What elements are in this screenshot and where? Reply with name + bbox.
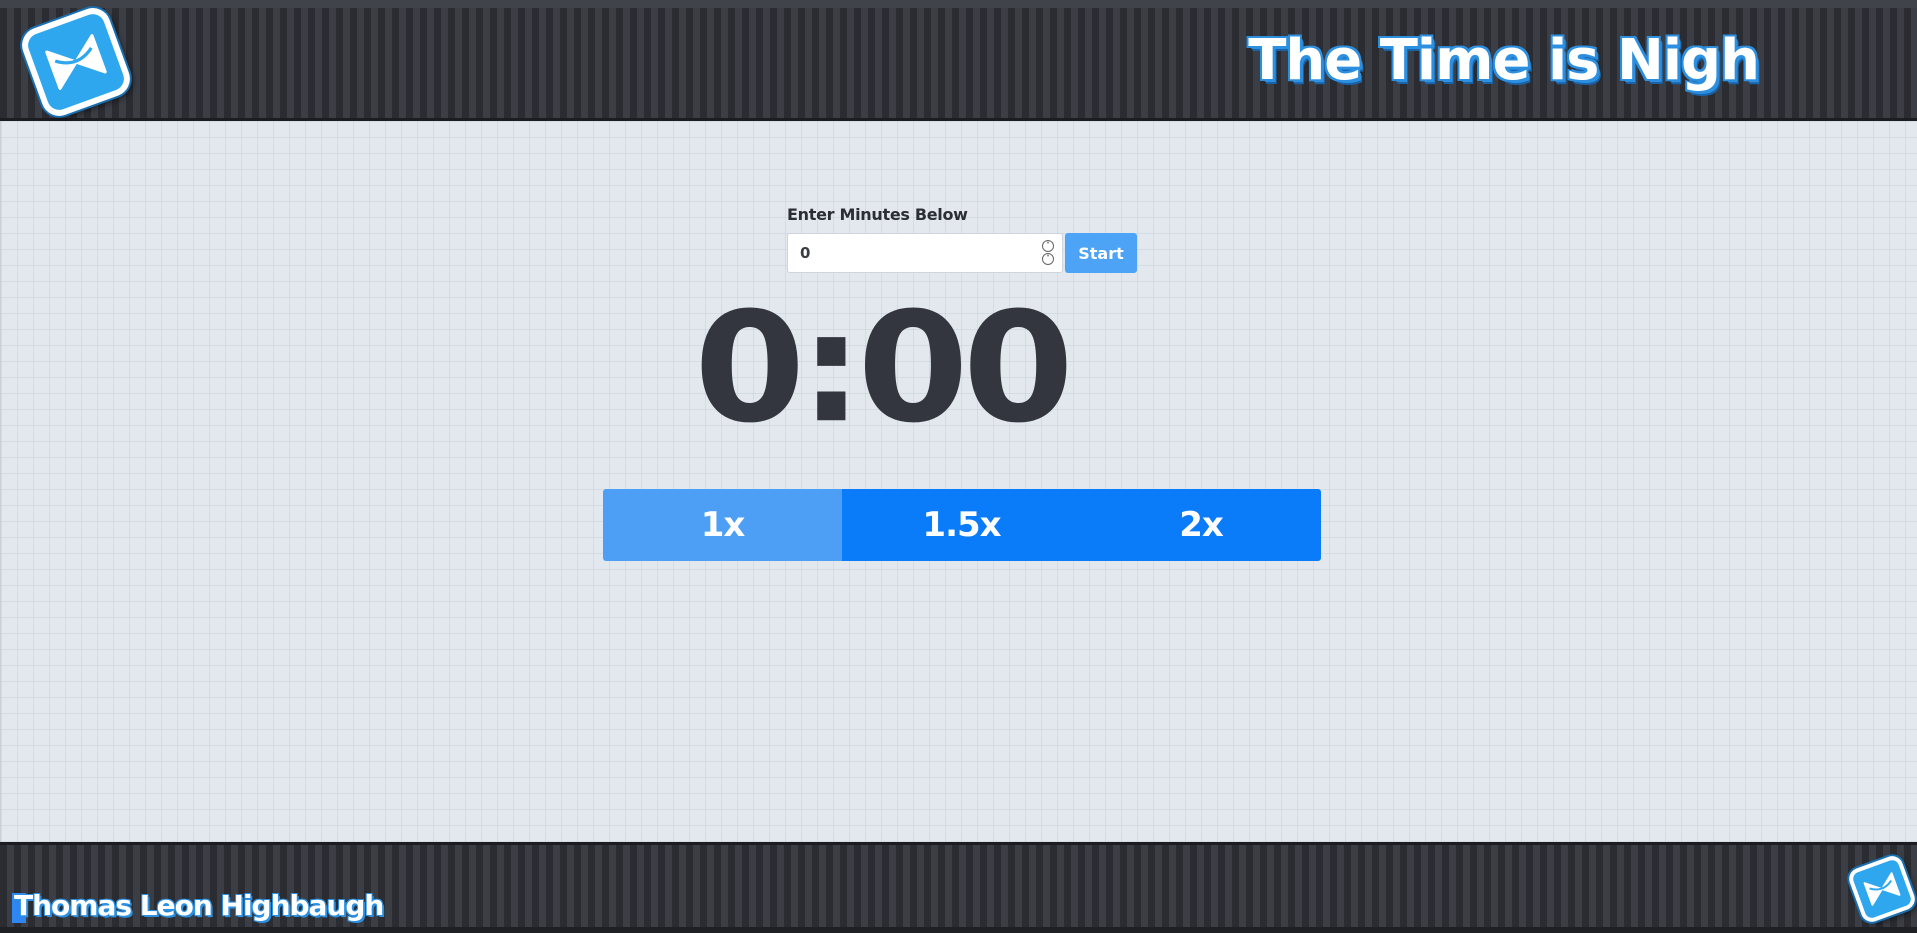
top-header: The Time is Nigh — [0, 0, 1917, 121]
footer-strip — [0, 927, 1917, 933]
bowtie-hourglass-icon[interactable] — [17, 3, 135, 121]
speed-selector: 1x 1.5x 2x — [603, 489, 1321, 561]
minutes-label: Enter Minutes Below — [787, 205, 968, 224]
speed-1x-button[interactable]: 1x — [603, 489, 842, 561]
start-button[interactable]: Start — [1065, 233, 1137, 273]
footer: Thomas Leon Highbaugh — [0, 842, 1917, 933]
speed-1-5x-button[interactable]: 1.5x — [842, 489, 1081, 561]
minutes-stepper[interactable]: ˄ ˅ — [1042, 240, 1054, 266]
stepper-up-icon[interactable]: ˄ — [1042, 240, 1054, 252]
stepper-down-icon[interactable]: ˅ — [1042, 253, 1054, 265]
speed-2x-button[interactable]: 2x — [1081, 489, 1321, 561]
minutes-input[interactable] — [788, 234, 1032, 272]
timer-panel: Enter Minutes Below ˄ ˅ Start 0:00 1x 1.… — [0, 121, 1917, 842]
bowtie-hourglass-icon[interactable] — [1846, 853, 1917, 925]
minutes-field: ˄ ˅ — [787, 233, 1063, 273]
author-name: Thomas Leon Highbaugh — [14, 889, 384, 922]
site-title: The Time is Nigh — [1248, 28, 1760, 93]
timer-display: 0:00 — [694, 278, 1074, 457]
